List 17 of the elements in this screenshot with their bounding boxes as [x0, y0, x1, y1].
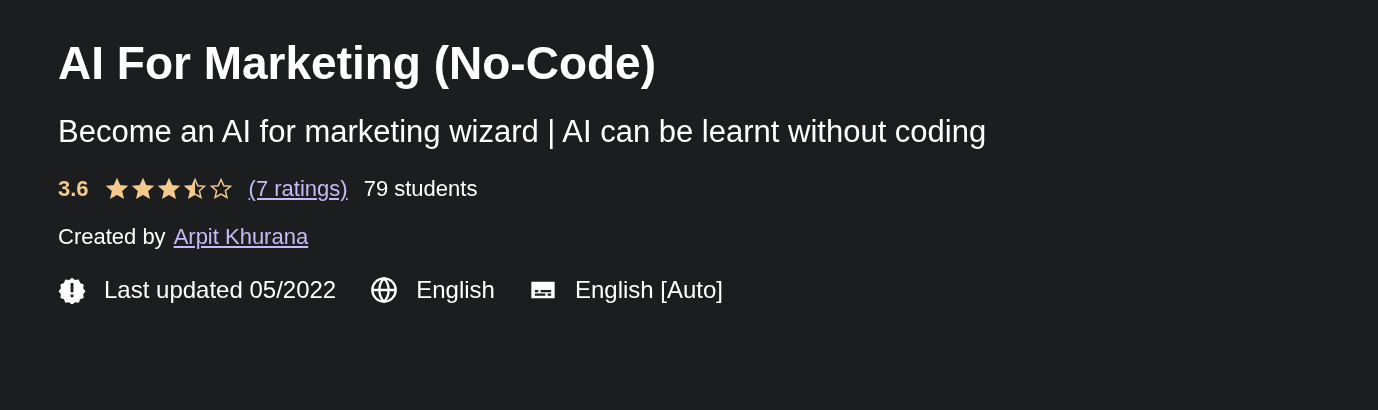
star-icon [156, 177, 181, 201]
star-icon [104, 177, 129, 201]
meta-text: Last updated 05/2022 [104, 276, 337, 304]
created-by-label: Created by [58, 223, 166, 251]
rating-score: 3.6 [58, 175, 89, 203]
meta-text: English [Auto] [574, 276, 724, 304]
globe-icon [370, 276, 399, 304]
meta-text: English [416, 276, 495, 304]
students-count: 79 students [363, 175, 478, 203]
instructor-link[interactable]: Arpit Khurana [173, 222, 309, 252]
star-icon [182, 177, 207, 201]
course-subtitle: Become an AI for marketing wizard | AI can be learnt without coding [58, 113, 988, 151]
ratings-link[interactable]: (7 ratings) [248, 174, 348, 204]
course-title: AI For Marketing (No-Code) [58, 36, 657, 91]
alert-badge-icon [58, 276, 86, 304]
star-icon [130, 177, 155, 201]
star-icon [208, 177, 233, 201]
